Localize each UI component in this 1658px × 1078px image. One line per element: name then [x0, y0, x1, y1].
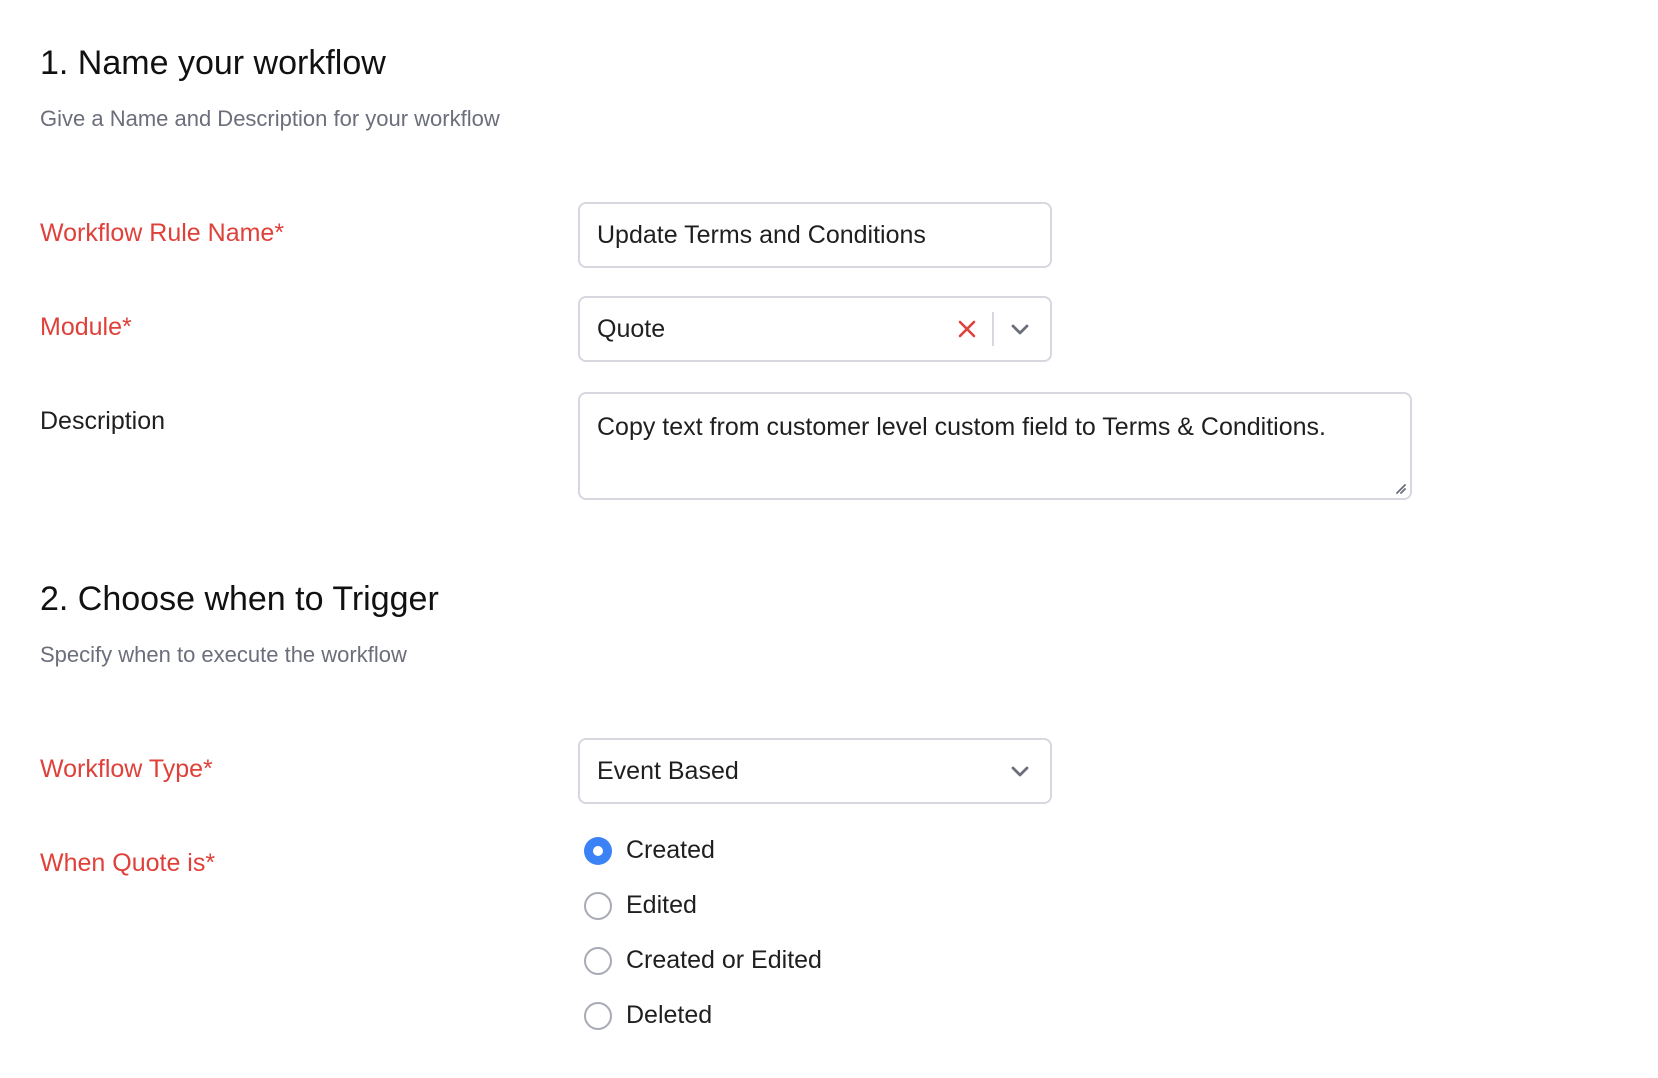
- select-separator: [992, 312, 994, 346]
- workflow-type-select[interactable]: Event Based: [578, 738, 1052, 804]
- description-label: Description: [40, 407, 166, 435]
- workflow-type-value: Event Based: [597, 756, 739, 785]
- workflow-rule-name-input[interactable]: Update Terms and Conditions: [578, 202, 1052, 268]
- radio-option-deleted[interactable]: Deleted: [584, 1001, 712, 1030]
- section-title-name-workflow: 1. Name your workflow: [40, 44, 386, 82]
- module-value: Quote: [597, 314, 666, 343]
- radio-button[interactable]: [584, 891, 612, 920]
- section-subtitle-name-workflow: Give a Name and Description for your wor…: [40, 106, 500, 131]
- section-subtitle-choose-trigger: Specify when to execute the workflow: [40, 642, 407, 667]
- radio-button[interactable]: [584, 836, 612, 865]
- radio-button[interactable]: [584, 946, 612, 975]
- module-label: Module*: [40, 313, 132, 341]
- close-icon[interactable]: [952, 314, 982, 344]
- when-quote-is-label: When Quote is*: [40, 849, 216, 877]
- resize-handle-icon[interactable]: [1391, 479, 1407, 495]
- chevron-down-icon[interactable]: [1002, 756, 1038, 786]
- radio-option-created[interactable]: Created: [584, 836, 715, 865]
- radio-option-created-or-edited[interactable]: Created or Edited: [584, 946, 822, 975]
- radio-option-edited[interactable]: Edited: [584, 891, 697, 920]
- workflow-rule-name-value: Update Terms and Conditions: [597, 220, 926, 249]
- module-select[interactable]: Quote: [578, 296, 1052, 362]
- radio-label: Created or Edited: [626, 946, 822, 974]
- chevron-down-icon[interactable]: [1002, 314, 1038, 344]
- radio-label: Edited: [626, 891, 697, 919]
- workflow-form: 1. Name your workflow Give a Name and De…: [0, 0, 1658, 1078]
- radio-label: Deleted: [626, 1001, 713, 1029]
- description-value: Copy text from customer level custom fie…: [597, 413, 1326, 441]
- section-title-choose-trigger: 2. Choose when to Trigger: [40, 580, 439, 618]
- workflow-rule-name-label: Workflow Rule Name*: [40, 219, 285, 247]
- workflow-type-label: Workflow Type*: [40, 755, 213, 783]
- radio-button[interactable]: [584, 1001, 612, 1030]
- radio-label: Created: [626, 836, 715, 864]
- description-textarea[interactable]: Copy text from customer level custom fie…: [578, 392, 1412, 500]
